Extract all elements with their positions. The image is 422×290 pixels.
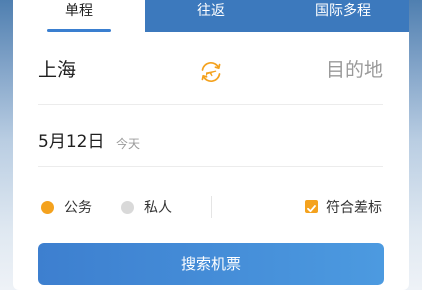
trip-type-tabs: 单程 往返 国际多程 xyxy=(13,0,409,32)
radio-business-label[interactable]: 公务 xyxy=(64,200,92,216)
tab-international-multi[interactable]: 国际多程 xyxy=(277,0,409,32)
tab-one-way-label: 单程 xyxy=(65,3,93,19)
departure-city[interactable]: 上海 xyxy=(38,58,76,82)
active-tab-indicator xyxy=(47,29,111,32)
policy-compliant-checkbox[interactable] xyxy=(305,200,318,213)
divider xyxy=(38,166,383,167)
search-flights-button[interactable]: 搜索机票 xyxy=(38,243,384,285)
tab-one-way[interactable]: 单程 xyxy=(13,0,145,32)
policy-compliant-label[interactable]: 符合差标 xyxy=(326,200,382,216)
flight-search-card: 单程 往返 国际多程 上海 目的地 5月12日 今天 公务 私人 符合差标 搜索… xyxy=(13,0,409,290)
radio-private-label[interactable]: 私人 xyxy=(144,200,172,216)
tab-round-trip[interactable]: 往返 xyxy=(145,0,277,32)
tab-international-multi-label: 国际多程 xyxy=(315,3,371,19)
destination-city[interactable]: 目的地 xyxy=(326,58,383,82)
tab-round-trip-label: 往返 xyxy=(197,3,225,19)
departure-date[interactable]: 5月12日 xyxy=(38,131,104,153)
radio-business-selected[interactable] xyxy=(41,201,54,214)
radio-private[interactable] xyxy=(121,201,134,214)
checkmark-icon xyxy=(307,205,316,213)
divider xyxy=(38,104,383,105)
swap-plane-icon[interactable] xyxy=(199,60,223,84)
vertical-divider xyxy=(211,196,212,218)
date-today-label: 今天 xyxy=(116,137,141,151)
